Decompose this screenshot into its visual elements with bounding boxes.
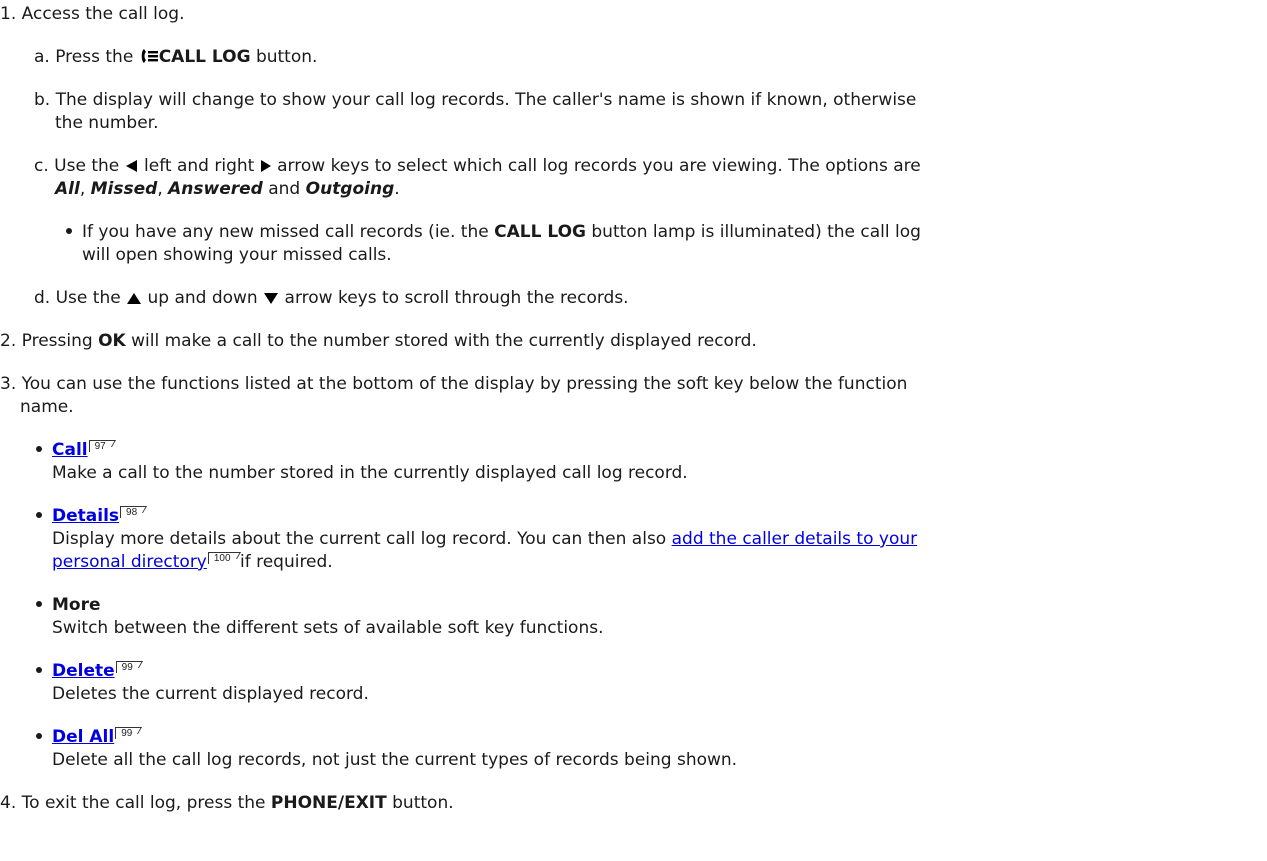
step-1b-cont: the number. xyxy=(55,113,159,133)
step-3: 3. You can use the functions listed at t… xyxy=(0,374,908,394)
right-arrow-icon xyxy=(260,160,271,172)
bullet-dot xyxy=(36,667,42,673)
page-ref-97[interactable]: 97 xyxy=(88,440,116,452)
step-1c-bullet: If you have any new missed call records … xyxy=(66,221,921,243)
step-3-cont: name. xyxy=(20,397,74,417)
left-arrow-icon xyxy=(125,160,137,172)
call-log-icon xyxy=(141,49,158,63)
step-number: 2. xyxy=(0,331,17,351)
substep-letter: d. xyxy=(34,288,51,308)
down-arrow-icon xyxy=(264,293,279,304)
option-outgoing: Outgoing xyxy=(305,179,395,199)
step-1b: b. The display will change to show your … xyxy=(34,90,917,110)
page-ref-99[interactable]: 99 xyxy=(115,727,143,739)
step-number: 3. xyxy=(0,374,17,394)
soft-key-delete-desc: Deletes the current displayed record. xyxy=(52,684,369,704)
step-4: 4. To exit the call log, press the PHONE… xyxy=(0,793,454,813)
bullet-dot xyxy=(66,228,72,234)
substep-letter: c. xyxy=(34,156,49,176)
soft-key-del-all-desc: Delete all the call log records, not jus… xyxy=(52,750,738,770)
step-number: 1. xyxy=(0,4,17,24)
bullet-dot xyxy=(36,446,42,452)
step-1a: a. Press the CALL LOG button. xyxy=(34,47,318,67)
soft-key-call: Call 97 xyxy=(36,439,116,461)
step-number: 4. xyxy=(0,793,17,813)
substep-letter: b. xyxy=(34,90,51,110)
phone-exit-button-label: PHONE/EXIT xyxy=(270,793,387,813)
call-log-button-label: CALL LOG xyxy=(158,47,251,67)
step-2: 2. Pressing OK will make a call to the n… xyxy=(0,331,757,351)
soft-key-more: More xyxy=(36,594,101,616)
personal-directory-link[interactable]: personal directory xyxy=(52,552,207,572)
more-label: More xyxy=(52,595,101,615)
soft-key-details-desc-cont: personal directory 100 if required. xyxy=(52,552,333,572)
call-log-button-label: CALL LOG xyxy=(494,222,586,242)
call-link[interactable]: Call xyxy=(52,440,88,460)
page-ref-98[interactable]: 98 xyxy=(120,506,148,518)
step-1c-options: All, Missed, Answered and Outgoing. xyxy=(55,179,400,199)
soft-key-details: Details 98 xyxy=(36,505,148,527)
ok-key-label: OK xyxy=(98,331,126,351)
soft-key-details-desc: Display more details about the current c… xyxy=(52,529,918,549)
bullet-dot xyxy=(36,601,42,607)
page-ref-100[interactable]: 100 xyxy=(207,552,241,564)
soft-key-del-all: Del All 99 xyxy=(36,726,143,748)
up-arrow-icon xyxy=(127,293,142,304)
option-answered: Answered xyxy=(168,179,263,199)
soft-key-more-desc: Switch between the different sets of ava… xyxy=(52,618,604,638)
add-caller-details-link[interactable]: add the caller details to your xyxy=(672,529,918,549)
delete-link[interactable]: Delete xyxy=(52,661,115,681)
step-text: Access the call log. xyxy=(21,4,185,24)
soft-key-delete: Delete 99 xyxy=(36,660,143,682)
del-all-link[interactable]: Del All xyxy=(52,727,114,747)
soft-key-call-desc: Make a call to the number stored in the … xyxy=(52,463,688,483)
details-link[interactable]: Details xyxy=(52,506,119,526)
step-1d: d. Use the up and down arrow keys to scr… xyxy=(34,288,629,308)
bullet-dot xyxy=(36,733,42,739)
step-1c-bullet-cont: will open showing your missed calls. xyxy=(82,245,392,265)
bullet-dot xyxy=(36,512,42,518)
step-1c: c. Use the left and right arrow keys to … xyxy=(34,156,921,176)
page-ref-99[interactable]: 99 xyxy=(115,661,143,673)
step-1: 1. Access the call log. xyxy=(0,3,184,25)
option-missed: Missed xyxy=(90,179,158,199)
option-all: All xyxy=(55,179,80,199)
substep-letter: a. xyxy=(34,47,50,67)
